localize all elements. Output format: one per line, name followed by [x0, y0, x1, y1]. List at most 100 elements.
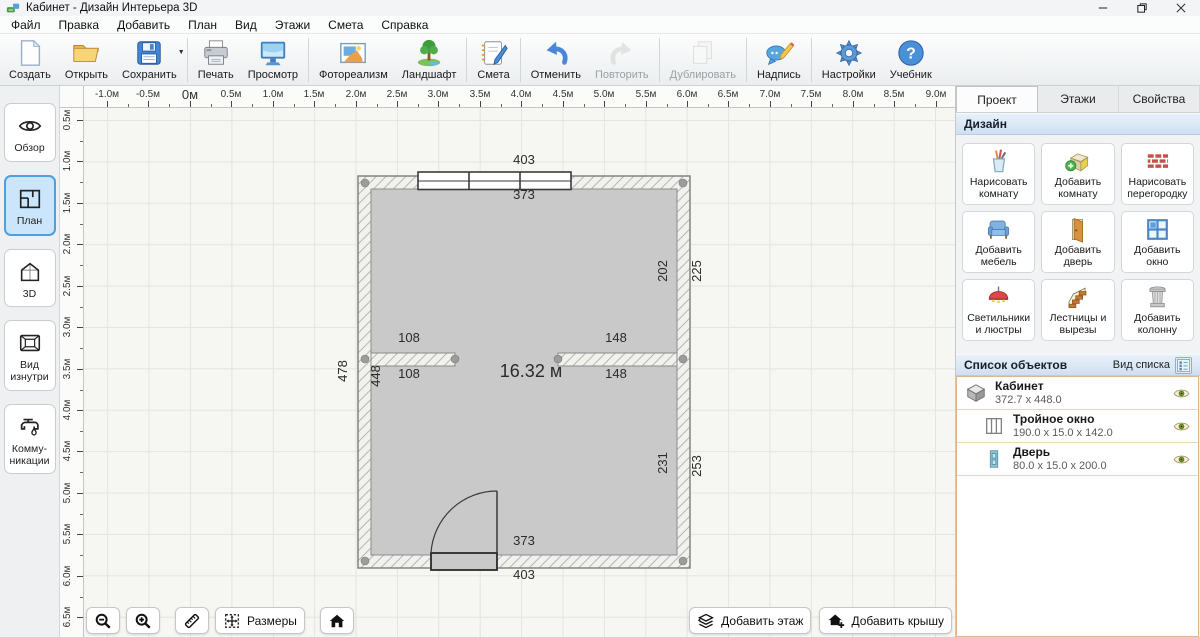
add-floor-button[interactable]: Добавить этаж: [689, 607, 811, 634]
canvas-grid[interactable]: [84, 108, 955, 637]
ruler-label: 1.0м: [263, 89, 284, 100]
menu-item-8[interactable]: Справка: [372, 17, 437, 33]
save-dropdown-arrow[interactable]: ▼: [178, 49, 185, 56]
ruler-tick: [77, 120, 83, 121]
close-button[interactable]: [1161, 0, 1200, 16]
toolbar-button-label: Дублировать: [670, 69, 736, 81]
ruler-tick-minor: [80, 390, 83, 391]
object-row[interactable]: Тройное окно190.0 x 15.0 x 142.0: [957, 410, 1198, 443]
menu-item-6[interactable]: Этажи: [266, 17, 319, 33]
add-roof-button[interactable]: Добавить крышу: [819, 607, 952, 634]
tutorial-button[interactable]: ?Учебник: [883, 36, 939, 84]
ruler-tick-minor: [80, 141, 83, 142]
ruler-tick-minor: [915, 104, 916, 107]
ruler-tick-minor: [80, 597, 83, 598]
stairs-icon: [1064, 284, 1091, 311]
add-window-button[interactable]: Добавить окно: [1121, 211, 1194, 273]
menu-item-3[interactable]: Добавить: [108, 17, 179, 33]
add-door-button[interactable]: Добавить дверь: [1041, 211, 1114, 273]
dimensions-button[interactable]: Размеры: [215, 607, 305, 634]
menu-item-5[interactable]: Вид: [226, 17, 266, 33]
panel-tabs: ПроектЭтажиСвойства: [956, 86, 1200, 113]
ruler-tick: [397, 101, 398, 107]
visibility-eye-icon[interactable]: [1173, 421, 1191, 432]
ruler-label: 0.5м: [221, 89, 242, 100]
sidebar-item-3d[interactable]: 3D: [4, 249, 56, 308]
ruler-label: 3.5м: [62, 352, 74, 386]
ruler-tick-minor: [252, 104, 253, 107]
object-name: Кабинет: [995, 380, 1166, 394]
ruler-tick-minor: [459, 104, 460, 107]
ruler-tick-minor: [832, 104, 833, 107]
object-row[interactable]: Кабинет372.7 x 448.0: [957, 377, 1198, 410]
main-area: Обзор План 3D Вид изнутри Комму- никации: [0, 86, 1200, 637]
ruler-label: 9.0м: [926, 89, 947, 100]
toolbar-separator: [811, 38, 812, 82]
ruler-label: 6.5м: [718, 89, 739, 100]
sidebar-item-inside-view[interactable]: Вид изнутри: [4, 320, 56, 391]
ruler-label: 8.5м: [884, 89, 905, 100]
undo-button[interactable]: Отменить: [524, 36, 588, 84]
create-button[interactable]: Создать: [2, 36, 58, 84]
sidebar-item-overview[interactable]: Обзор: [4, 103, 56, 162]
menu-item-1[interactable]: Файл: [2, 17, 50, 33]
menu-item-2[interactable]: Правка: [50, 17, 109, 33]
save-button[interactable]: ▼Сохранить: [115, 36, 184, 84]
sidebar-item-communications[interactable]: Комму- никации: [4, 404, 56, 475]
toolbar-button-label: Фотореализм: [319, 69, 388, 81]
label-button[interactable]: Надпись: [750, 36, 808, 84]
sidebar-item-plan[interactable]: План: [4, 175, 56, 236]
label-icon: [764, 38, 794, 68]
measure-button[interactable]: [175, 607, 209, 634]
add-room-button[interactable]: Добавить комнату: [1041, 143, 1114, 205]
landscape-button[interactable]: Ландшафт: [395, 36, 464, 84]
maximize-button[interactable]: [1122, 0, 1161, 16]
object-name: Тройное окно: [1013, 413, 1166, 427]
estimate-icon: [479, 38, 509, 68]
add-column-button[interactable]: Добавить колонну: [1121, 279, 1194, 341]
toolbar-group: ПечатьПросмотр: [191, 34, 305, 85]
tab-project[interactable]: Проект: [956, 86, 1038, 112]
estimate-button[interactable]: Смета: [470, 36, 516, 84]
tab-properties[interactable]: Свойства: [1119, 86, 1200, 112]
vertical-ruler: 0.5м1.0м1.5м2.0м2.5м3.0м3.5м4.0м4.5м5.0м…: [60, 108, 84, 637]
design-button-label: Добавить дверь: [1043, 245, 1112, 269]
menu-item-7[interactable]: Смета: [319, 17, 372, 33]
add-furniture-button[interactable]: Добавить мебель: [962, 211, 1035, 273]
add-room-icon: [1064, 148, 1091, 175]
zoom-out-button[interactable]: [86, 607, 120, 634]
plan-canvas[interactable]: 4033732022251081481081484784482312533734…: [60, 86, 955, 637]
print-button[interactable]: Печать: [191, 36, 241, 84]
object-row[interactable]: Дверь80.0 x 15.0 x 200.0: [957, 443, 1198, 476]
stairs-cutouts-button[interactable]: Лестницы и вырезы: [1041, 279, 1114, 341]
design-section-header: Дизайн: [956, 113, 1200, 135]
list-view-button[interactable]: [1175, 357, 1192, 374]
menu-item-4[interactable]: План: [179, 17, 226, 33]
dimensions-icon: [223, 612, 241, 630]
draw-partition-button[interactable]: Нарисовать перегородку: [1121, 143, 1194, 205]
window-object-icon: [982, 415, 1006, 437]
visibility-eye-icon[interactable]: [1173, 454, 1191, 465]
minimize-button[interactable]: [1083, 0, 1122, 16]
settings-icon: [834, 38, 864, 68]
ruler-tick: [770, 101, 771, 107]
zoom-in-button[interactable]: [126, 607, 160, 634]
visibility-eye-icon[interactable]: [1173, 388, 1191, 399]
draw-room-button[interactable]: Нарисовать комнату: [962, 143, 1035, 205]
ruler-tick: [190, 101, 191, 107]
preview-button[interactable]: Просмотр: [241, 36, 305, 84]
toolbar-separator: [746, 38, 747, 82]
ruler-label: 8.0м: [843, 89, 864, 100]
ruler-tick: [77, 327, 83, 328]
ruler-tick-minor: [335, 104, 336, 107]
ruler-label: -1.0м: [95, 89, 119, 100]
home-button[interactable]: [320, 607, 354, 634]
settings-button[interactable]: Настройки: [815, 36, 883, 84]
toolbar-button-label: Создать: [9, 69, 51, 81]
lights-chandeliers-button[interactable]: Светильники и люстры: [962, 279, 1035, 341]
photorealism-button[interactable]: Фотореализм: [312, 36, 395, 84]
design-button-label: Добавить комнату: [1043, 177, 1112, 201]
toolbar-group: Надпись: [750, 34, 808, 85]
open-button[interactable]: Открыть: [58, 36, 115, 84]
tab-floors[interactable]: Этажи: [1038, 86, 1119, 112]
